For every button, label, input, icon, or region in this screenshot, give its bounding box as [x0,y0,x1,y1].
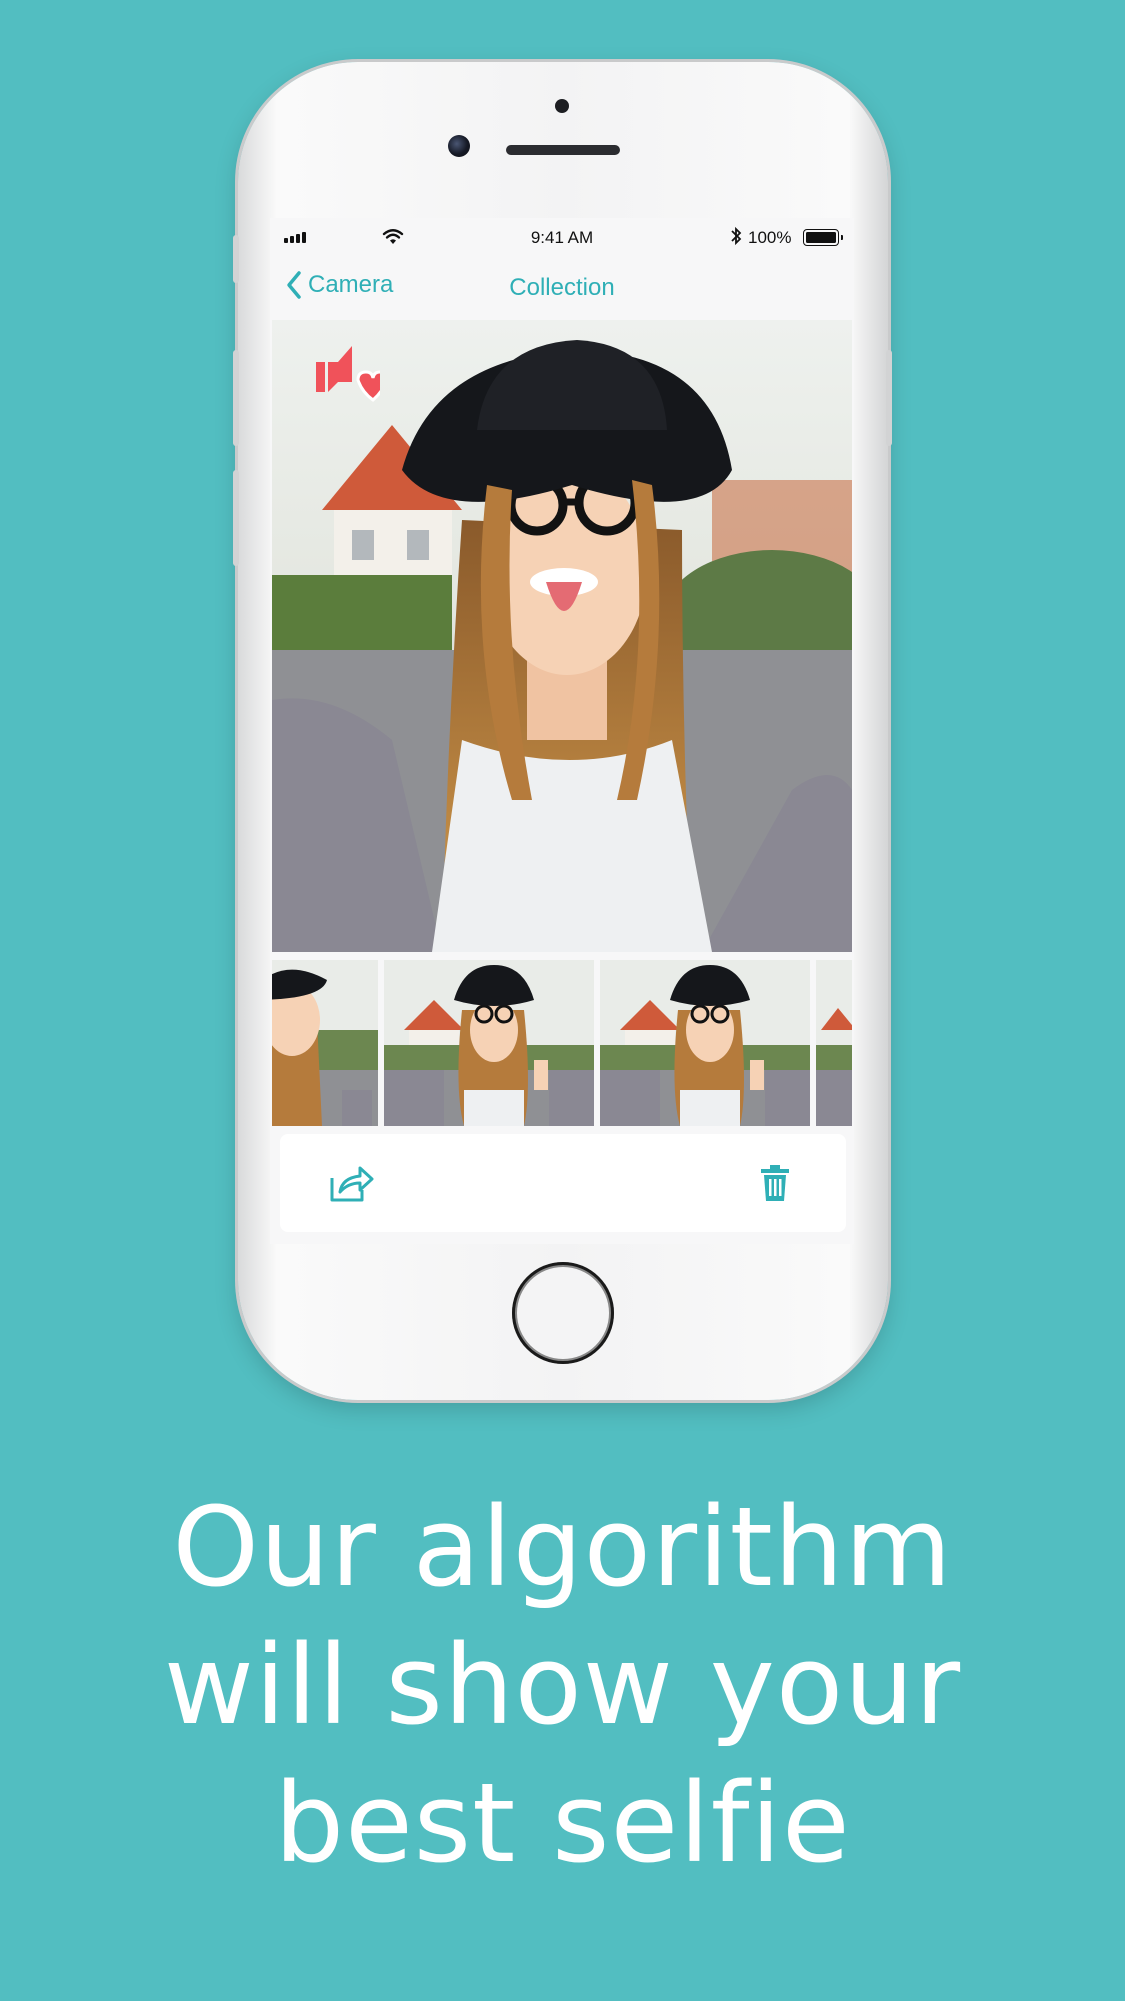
battery-icon [803,229,843,246]
bottom-toolbar [280,1134,846,1232]
thumbnail-strip[interactable] [272,960,852,1126]
battery-percentage: 100% [748,228,792,247]
page-title: Collection [509,274,615,301]
proximity-sensor [555,99,569,113]
promo-caption: Our algorithm will show your best selfie [0,1478,1125,1892]
front-camera [448,135,470,157]
silent-switch [233,235,239,283]
power-button [886,350,892,446]
navigation-bar: Camera Collection [270,258,854,320]
selfie-thumbnail-1[interactable] [272,960,378,1126]
share-icon [330,1166,374,1202]
phone-screen: 9:41 AM 100% Camera Collection [270,218,854,1244]
earpiece-speaker [506,145,620,155]
bluetooth-icon [730,226,742,251]
delete-button[interactable] [760,1164,790,1206]
selfie-thumbnail-3[interactable] [600,960,810,1126]
selfie-thumbnail-2[interactable] [384,960,594,1126]
share-button[interactable] [328,1164,374,1208]
selfie-thumbnail-4[interactable] [816,960,852,1126]
selfie-photo[interactable] [272,320,852,952]
status-bar: 9:41 AM 100% [270,218,854,258]
selfie-photo-illustration [272,320,852,952]
trash-icon [761,1165,789,1201]
caption-line-2: will show your [163,1621,962,1749]
home-button[interactable] [512,1262,614,1364]
rating-heart-icon [316,346,380,402]
volume-up-button [233,350,239,446]
volume-down-button [233,470,239,566]
caption-line-1: Our algorithm [172,1483,953,1611]
caption-line-3: best selfie [274,1759,851,1887]
